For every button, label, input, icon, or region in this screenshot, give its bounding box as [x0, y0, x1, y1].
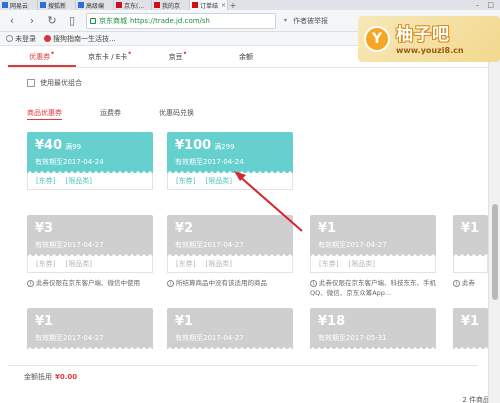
watermark-url: www.youzi8.cn: [396, 46, 464, 55]
watermark-title: 柚子吧: [396, 25, 450, 45]
watermark-banner: Y 柚子吧 www.youzi8.cn: [358, 16, 500, 62]
watermark-logo: Y: [364, 26, 390, 52]
arrow-shaft: [237, 174, 303, 232]
